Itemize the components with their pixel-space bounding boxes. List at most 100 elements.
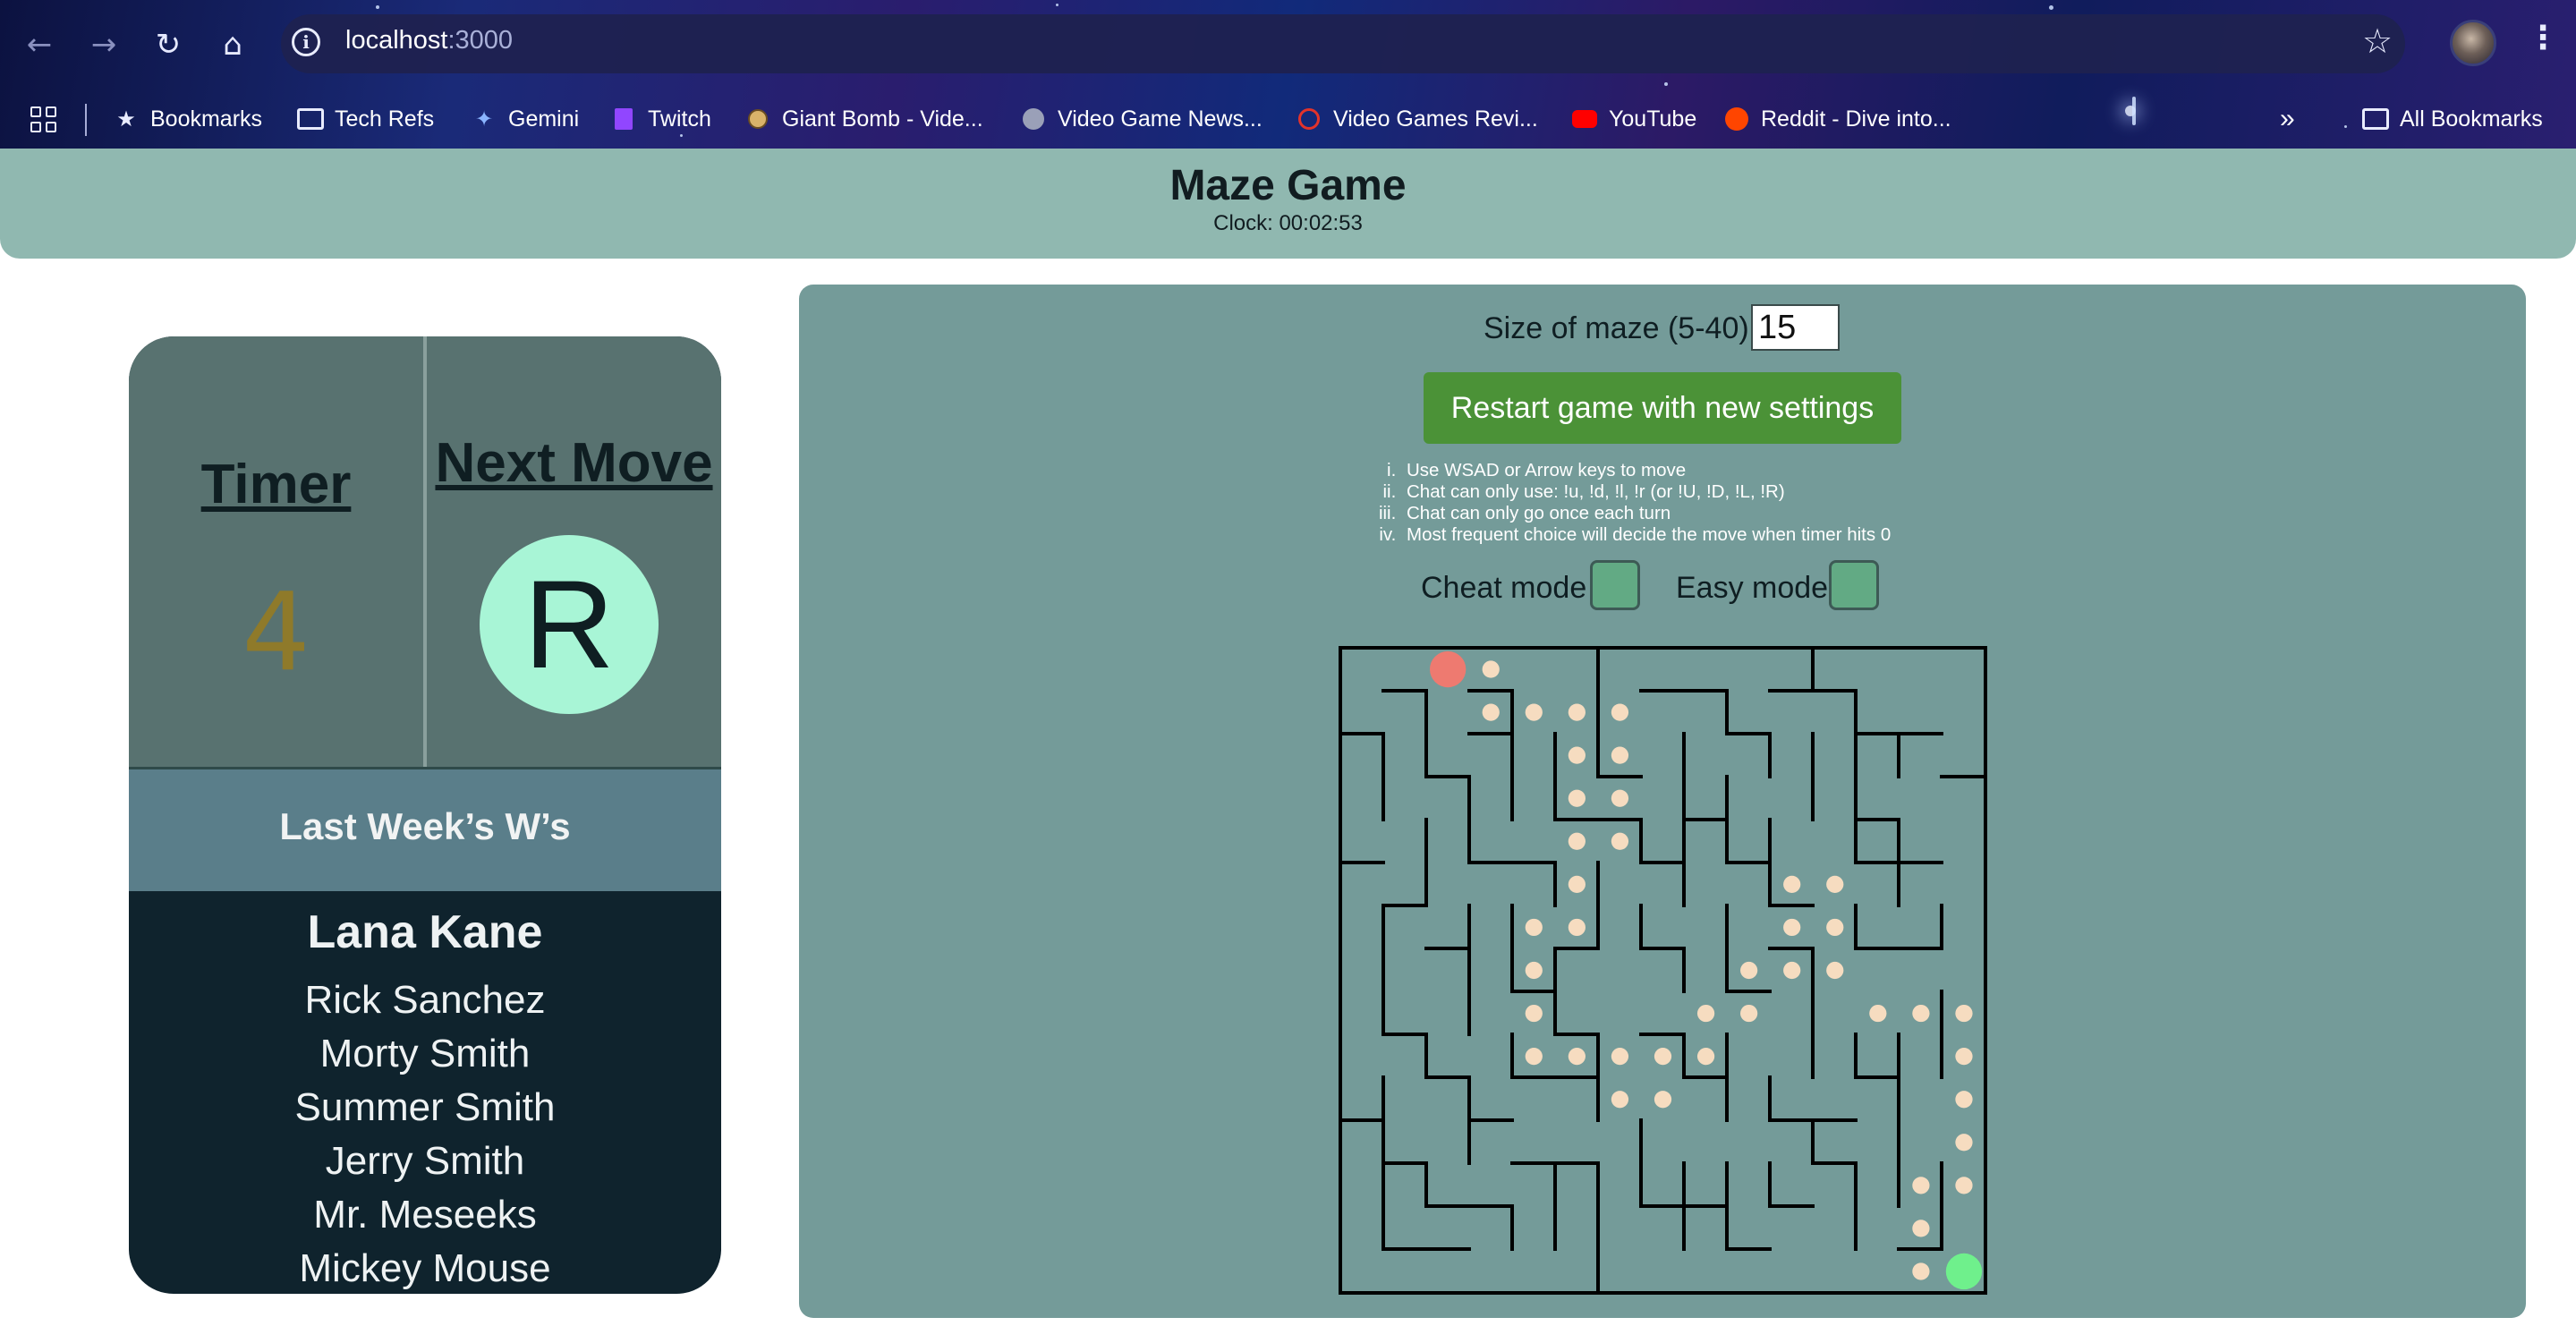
twitch-icon xyxy=(610,106,637,132)
rule-item: Chat can only go once each turn xyxy=(1401,503,1891,524)
rule-item: Chat can only use: !u, !d, !l, !r (or !U… xyxy=(1401,481,1891,503)
cheat-mode-checkbox[interactable] xyxy=(1590,560,1640,610)
url-host: localhost xyxy=(345,26,448,55)
apps-grid-icon[interactable] xyxy=(30,89,56,149)
path-dot xyxy=(1869,1004,1887,1023)
winners-list: Lana Kane Rick Sanchez Morty Smith Summe… xyxy=(129,904,721,1294)
bookmark-label: Video Games Revi... xyxy=(1333,106,1538,132)
path-dot xyxy=(1783,961,1801,980)
bookmark-youtube[interactable]: YouTube xyxy=(1571,89,1696,149)
path-dot xyxy=(1955,1091,1973,1109)
winner-name: Morty Smith xyxy=(319,1032,531,1075)
path-dot xyxy=(1525,918,1543,937)
path-dot xyxy=(1611,789,1629,807)
maze-size-input[interactable] xyxy=(1751,304,1840,351)
path-dot xyxy=(1654,1091,1672,1109)
path-dot xyxy=(1912,1262,1930,1280)
bookmarks-overflow-button[interactable]: » xyxy=(2280,89,2295,149)
path-dot xyxy=(1525,1048,1543,1066)
bookmark-bookmarks[interactable]: ★ Bookmarks xyxy=(113,89,262,149)
winner-name: Rick Sanchez xyxy=(304,978,546,1022)
path-dot xyxy=(1482,703,1500,721)
path-dot xyxy=(1482,660,1500,678)
rule-item: Use WSAD or Arrow keys to move xyxy=(1401,460,1891,481)
bookmark-gemini[interactable]: ✦ Gemini xyxy=(471,89,579,149)
browser-chrome: ← → ↻ ⌂ i localhost:3000 ☆ ⋮ ★ Bookmarks… xyxy=(0,0,2576,149)
reddit-icon xyxy=(1723,106,1750,132)
path-dot xyxy=(1955,1177,1973,1194)
path-dot xyxy=(1740,961,1758,980)
path-dot xyxy=(1955,1004,1973,1023)
maze-board[interactable] xyxy=(1339,646,1987,1295)
bookmark-giant-bomb[interactable]: Giant Bomb - Vide... xyxy=(744,89,983,149)
maze-walls xyxy=(1339,646,1987,1295)
restart-game-button[interactable]: Restart game with new settings xyxy=(1424,372,1901,444)
bookmark-tech-refs[interactable]: Tech Refs xyxy=(297,89,434,149)
path-dot xyxy=(1783,918,1801,937)
profile-avatar[interactable] xyxy=(2450,20,2496,66)
folder-icon xyxy=(2362,106,2389,132)
path-dot xyxy=(1611,746,1629,764)
bookmark-label: Reddit - Dive into... xyxy=(1761,106,1951,132)
path-dot xyxy=(1568,918,1586,937)
url-text[interactable]: localhost:3000 xyxy=(345,26,513,55)
goal-marker xyxy=(1945,1253,1983,1290)
youtube-icon xyxy=(1571,106,1598,132)
bookmark-star-icon[interactable]: ☆ xyxy=(2362,21,2393,61)
wins-header: Last Week’s W’s xyxy=(129,769,721,891)
path-dot xyxy=(1568,1048,1586,1066)
cheat-mode-label: Cheat mode xyxy=(1421,571,1587,605)
overflow-label: » xyxy=(2280,104,2295,133)
bookmarks-bar: ★ Bookmarks Tech Refs ✦ Gemini Twitch Gi… xyxy=(0,89,2576,149)
easy-mode-checkbox[interactable] xyxy=(1829,560,1879,610)
timer-label: Timer xyxy=(200,454,352,515)
home-icon[interactable]: ⌂ xyxy=(211,23,254,66)
bookmark-label: Tech Refs xyxy=(335,106,435,132)
winner-name: Mickey Mouse xyxy=(299,1246,551,1290)
path-dot xyxy=(1568,832,1586,850)
bookmark-video-games-reviews[interactable]: Video Games Revi... xyxy=(1296,89,1538,149)
path-dot xyxy=(1568,746,1586,764)
player-marker xyxy=(1429,650,1467,688)
path-dot xyxy=(1696,1004,1715,1023)
path-dot xyxy=(1912,1004,1930,1023)
reload-icon[interactable]: ↻ xyxy=(147,23,190,66)
timer-value: 4 xyxy=(242,571,310,695)
site-info-icon[interactable]: i xyxy=(292,28,320,56)
path-dot xyxy=(1611,1091,1629,1109)
address-bar[interactable] xyxy=(281,14,2405,73)
bookmark-video-game-news[interactable]: Video Game News... xyxy=(1020,89,1262,149)
folder-icon xyxy=(297,106,324,132)
path-dot xyxy=(1955,1048,1973,1066)
path-dot xyxy=(1654,1048,1672,1066)
bookmark-twitch[interactable]: Twitch xyxy=(610,89,711,149)
bookmark-reddit[interactable]: Reddit - Dive into... xyxy=(1723,89,1951,149)
back-arrow-icon[interactable]: ← xyxy=(18,23,61,66)
path-dot xyxy=(1912,1177,1930,1194)
path-dot xyxy=(1568,789,1586,807)
bookmark-label: Gemini xyxy=(508,106,580,132)
browser-menu-icon[interactable]: ⋮ xyxy=(2527,20,2559,56)
card-divider xyxy=(423,336,427,769)
star-icon: ★ xyxy=(116,106,136,132)
all-bookmarks-button[interactable]: All Bookmarks xyxy=(2362,89,2543,149)
gemini-icon: ✦ xyxy=(474,106,494,132)
bookmarks-divider xyxy=(85,104,87,136)
path-dot xyxy=(1696,1048,1715,1066)
wins-title: Last Week’s W’s xyxy=(279,805,571,847)
path-dot xyxy=(1568,875,1586,893)
path-dot xyxy=(1611,832,1629,850)
url-port: :3000 xyxy=(447,26,514,55)
path-dot xyxy=(1826,918,1844,937)
path-dot xyxy=(1826,875,1844,893)
path-dot xyxy=(1525,1004,1543,1023)
forward-arrow-icon[interactable]: → xyxy=(82,23,125,66)
path-dot xyxy=(1525,961,1543,980)
page-title: Maze Game xyxy=(1169,162,1407,209)
next-move-label: Next Move xyxy=(435,432,713,494)
easy-mode-label: Easy mode xyxy=(1676,571,1829,605)
path-dot xyxy=(1783,875,1801,893)
maze-size-label: Size of maze (5-40): xyxy=(1484,311,1758,345)
winner-name: Summer Smith xyxy=(294,1085,556,1129)
path-dot xyxy=(1955,1134,1973,1152)
